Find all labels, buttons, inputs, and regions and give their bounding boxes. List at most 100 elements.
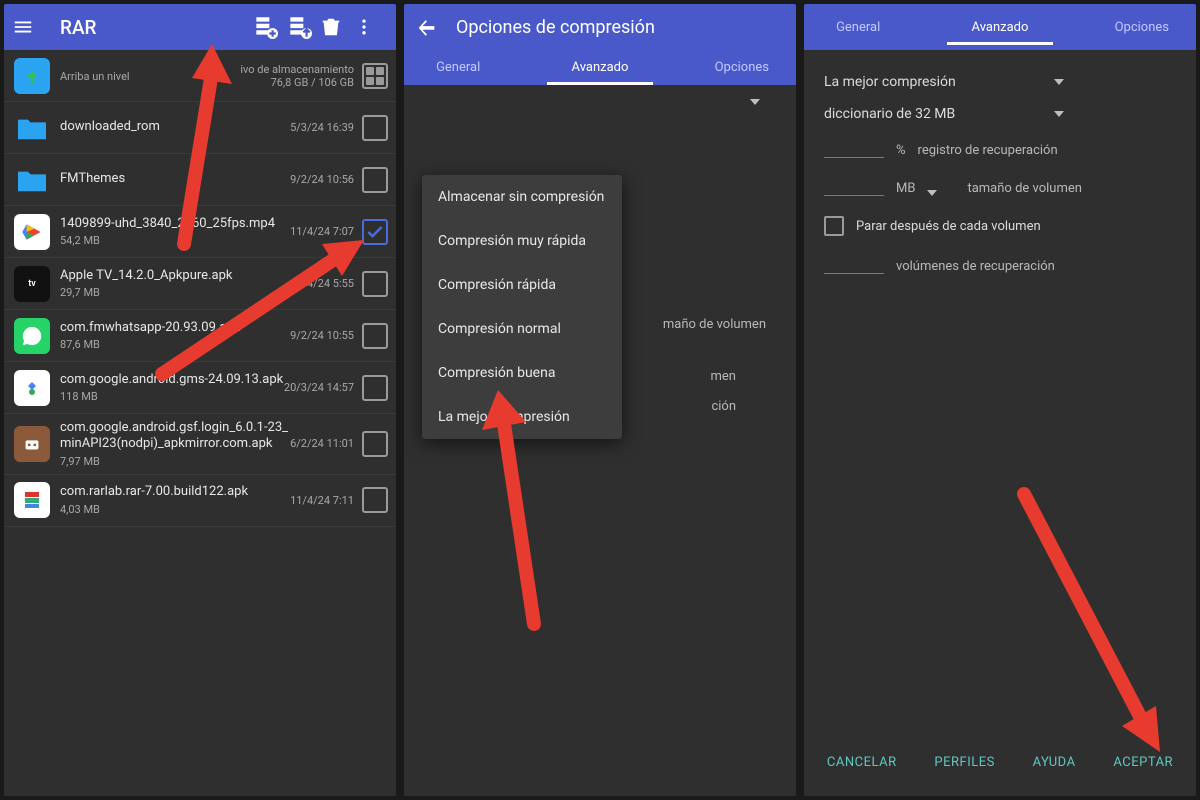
volume-size-label: tamaño de volumen: [967, 181, 1081, 196]
file-row[interactable]: FMThemes9/2/24 10:56: [4, 154, 396, 206]
file-row[interactable]: com.google.android.gsf.login_6.0.1-23_mi…: [4, 414, 396, 475]
help-button[interactable]: AYUDA: [1027, 751, 1082, 774]
compression-value: La mejor compresión: [824, 74, 956, 90]
file-name: com.rarlab.rar-7.00.build122.apk: [60, 484, 290, 500]
file-checkbox[interactable]: [362, 219, 388, 245]
ok-button[interactable]: ACEPTAR: [1107, 751, 1179, 774]
dropdown-caret-icon[interactable]: [750, 99, 760, 105]
file-name: downloaded_rom: [60, 119, 290, 135]
app-title: RAR: [60, 16, 252, 39]
label-partial: ción: [711, 399, 736, 414]
tab-general[interactable]: General: [404, 50, 512, 85]
compression-option[interactable]: Compresión buena: [422, 351, 622, 395]
tab-general[interactable]: General: [804, 10, 912, 45]
label-partial: men: [711, 369, 736, 384]
extract-archive-icon[interactable]: [286, 14, 320, 40]
file-date: 20/3/24 14:57: [284, 381, 354, 394]
compression-option[interactable]: Compresión muy rápida: [422, 219, 622, 263]
add-archive-icon[interactable]: [252, 14, 286, 40]
file-row[interactable]: 1409899-uhd_3840_2160_25fps.mp4 54,2 MB11…: [4, 206, 396, 258]
storage-label: ivo de almacenamiento: [240, 63, 354, 76]
chevron-down-icon: [1054, 111, 1064, 117]
cancel-button[interactable]: CANCELAR: [821, 751, 903, 774]
profiles-button[interactable]: PERFILES: [928, 751, 1000, 774]
file-checkbox[interactable]: [362, 115, 388, 141]
file-name: FMThemes: [60, 171, 290, 187]
file-row[interactable]: com.fmwhatsapp-20.93.09.apk87,6 MB9/2/24…: [4, 310, 396, 362]
tab-advanced[interactable]: Avanzado: [912, 10, 1087, 45]
checkbox-icon[interactable]: [824, 216, 844, 236]
recovery-record-field: % registro de recuperación: [824, 130, 1176, 168]
folder-up-icon: [14, 58, 50, 94]
appbar: Opciones de compresión: [404, 4, 796, 50]
more-icon[interactable]: [354, 17, 388, 37]
back-icon[interactable]: [416, 16, 438, 38]
compression-select[interactable]: La mejor compresión: [824, 66, 1064, 98]
file-row[interactable]: downloaded_rom5/3/24 16:39: [4, 102, 396, 154]
file-size: 118 MB: [60, 390, 284, 403]
percent-label: %: [896, 143, 906, 158]
dialog-buttons: CANCELAR PERFILES AYUDA ACEPTAR: [804, 735, 1196, 796]
file-row[interactable]: com.rarlab.rar-7.00.build122.apk 4,03 MB1…: [4, 475, 396, 527]
file-checkbox[interactable]: [362, 271, 388, 297]
stop-each-volume-label: Parar después de cada volumen: [856, 219, 1041, 234]
compression-option[interactable]: Almacenar sin compresión: [422, 175, 622, 219]
tab-options[interactable]: Opciones: [1088, 10, 1196, 45]
file-date: 5/3/24 16:39: [290, 121, 354, 134]
recovery-volumes-field: volúmenes de recuperación: [824, 246, 1176, 284]
label-volume-size: maño de volumen: [663, 317, 766, 332]
file-checkbox[interactable]: [362, 431, 388, 457]
file-name: 1409899-uhd_3840_2160_25fps.mp4: [60, 216, 290, 232]
file-row[interactable]: tvApple TV_14.2.0_Apkpure.apk29,7 MB11/4…: [4, 258, 396, 310]
recovery-volumes-input[interactable]: [824, 256, 884, 274]
appbar: RAR: [4, 4, 396, 50]
storage-usage: 76,8 GB / 106 GB: [271, 76, 354, 89]
file-date: 9/2/24 10:56: [290, 173, 354, 186]
panel-advanced-form: General Avanzado Opciones La mejor compr…: [804, 4, 1196, 796]
tab-options[interactable]: Opciones: [688, 50, 796, 85]
file-checkbox[interactable]: [362, 375, 388, 401]
volume-size-input[interactable]: [824, 178, 884, 196]
trash-icon[interactable]: [320, 16, 354, 38]
panel-compression-options: Opciones de compresión General Avanzado …: [404, 4, 796, 796]
row-up-level[interactable]: Arriba un nivel ivo de almacenamiento 76…: [4, 50, 396, 102]
file-list: Arriba un nivel ivo de almacenamiento 76…: [4, 50, 396, 796]
stop-each-volume-row[interactable]: Parar después de cada volumen: [824, 206, 1176, 246]
tab-advanced[interactable]: Avanzado: [512, 50, 687, 85]
dictionary-value: diccionario de 32 MB: [824, 106, 955, 122]
compression-option[interactable]: La mejor compresión: [422, 395, 622, 439]
recovery-percent-input[interactable]: [824, 140, 884, 158]
up-level-label: Arriba un nivel: [60, 70, 240, 83]
dictionary-select[interactable]: diccionario de 32 MB: [824, 98, 1064, 130]
file-checkbox[interactable]: [362, 167, 388, 193]
chevron-down-icon: [1054, 79, 1064, 85]
header-title: Opciones de compresión: [456, 17, 655, 38]
view-grid-toggle[interactable]: [362, 63, 388, 89]
compression-option[interactable]: Compresión rápida: [422, 263, 622, 307]
file-date: 9/2/24 10:55: [290, 329, 354, 342]
file-name: com.google.android.gsf.login_6.0.1-23_mi…: [60, 420, 290, 453]
hamburger-icon[interactable]: [12, 16, 46, 38]
file-checkbox[interactable]: [362, 487, 388, 513]
compression-option[interactable]: Compresión normal: [422, 307, 622, 351]
file-size: 87,6 MB: [60, 338, 290, 351]
tabs: General Avanzado Opciones: [804, 4, 1196, 50]
file-size: 29,7 MB: [60, 286, 290, 299]
file-name: Apple TV_14.2.0_Apkpure.apk: [60, 268, 290, 284]
volume-size-field: MB tamaño de volumen: [824, 168, 1176, 206]
chevron-down-icon[interactable]: [927, 190, 937, 196]
file-name: com.google.android.gms-24.09.13.apk: [60, 372, 284, 388]
file-date: 11/4/24 7:11: [290, 494, 354, 507]
file-checkbox[interactable]: [362, 323, 388, 349]
file-size: 54,2 MB: [60, 234, 290, 247]
advanced-form: La mejor compresión diccionario de 32 MB…: [804, 50, 1196, 735]
options-body: maño de volumen men ción Almacenar sin c…: [404, 85, 796, 796]
file-date: 6/2/24 11:01: [290, 437, 354, 450]
panel-file-browser: RAR Arriba un nivel ivo de almacenamient…: [4, 4, 396, 796]
file-size: 4,03 MB: [60, 503, 290, 516]
file-date: 11/4/24 7:07: [290, 225, 354, 238]
recovery-label: registro de recuperación: [918, 143, 1058, 158]
file-row[interactable]: com.google.android.gms-24.09.13.apk 118 M…: [4, 362, 396, 414]
unit-mb: MB: [896, 181, 915, 196]
file-size: 7,97 MB: [60, 455, 290, 468]
